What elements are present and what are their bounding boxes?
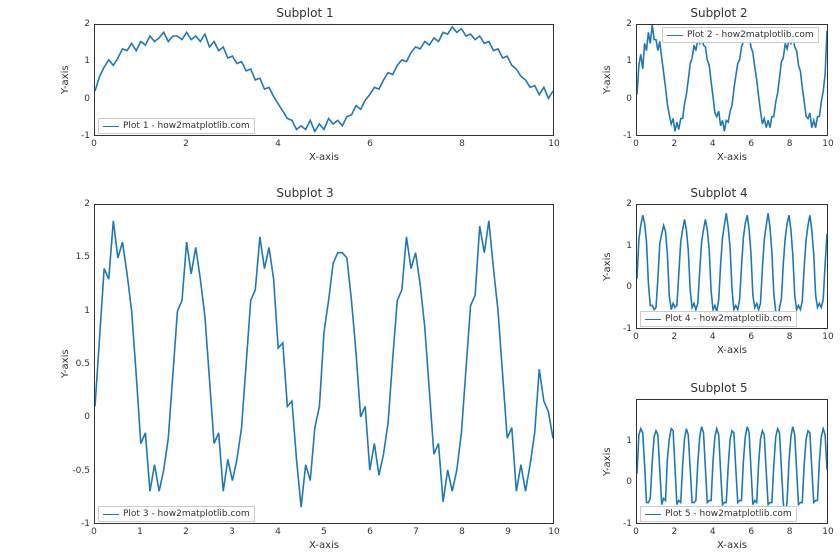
- ytick: -1: [623, 324, 632, 334]
- ytick: 0.5: [76, 359, 90, 369]
- ytick: 1.5: [76, 252, 90, 262]
- xtick: 7: [413, 527, 419, 537]
- ytick: 2: [626, 19, 632, 29]
- xtick: 6: [367, 527, 373, 537]
- subplot-4: Subplot 40246810-1012X-axisY-axisPlot 4 …: [604, 186, 834, 361]
- xtick: 10: [548, 139, 559, 149]
- legend: Plot 2 - how2matplotlib.com: [662, 27, 819, 43]
- ytick: 2: [84, 199, 90, 209]
- xtick: 0: [633, 332, 639, 342]
- subplot-5: Subplot 50246810-101X-axisY-axisPlot 5 -…: [604, 381, 834, 556]
- ytick: 0: [84, 412, 90, 422]
- subplot-title: Subplot 2: [604, 6, 834, 20]
- ytick: 2: [626, 199, 632, 209]
- subplot-title: Subplot 5: [604, 381, 834, 395]
- ytick: -1: [81, 519, 90, 529]
- legend: Plot 3 - how2matplotlib.com: [98, 506, 255, 522]
- y-axis-label: Y-axis: [602, 204, 613, 329]
- xtick: 4: [275, 139, 281, 149]
- x-axis-label: X-axis: [94, 540, 554, 551]
- y-axis-label: Y-axis: [60, 204, 71, 524]
- x-axis-label: X-axis: [94, 152, 554, 163]
- xtick: 3: [229, 527, 235, 537]
- xtick: 10: [548, 527, 559, 537]
- xtick: 4: [710, 527, 716, 537]
- ytick: 0: [626, 477, 632, 487]
- xtick: 2: [672, 332, 678, 342]
- xtick: 2: [183, 139, 189, 149]
- ytick: 0: [84, 94, 90, 104]
- plot-axes: [94, 204, 554, 524]
- xtick: 8: [787, 527, 793, 537]
- ytick: 2: [84, 19, 90, 29]
- legend: Plot 1 - how2matplotlib.com: [98, 118, 255, 134]
- xtick: 4: [275, 527, 281, 537]
- line-series: [95, 205, 553, 523]
- x-axis-label: X-axis: [636, 152, 828, 163]
- xtick: 2: [672, 527, 678, 537]
- xtick: 6: [748, 139, 754, 149]
- xtick: 10: [822, 139, 833, 149]
- xtick: 0: [633, 527, 639, 537]
- x-axis-label: X-axis: [636, 540, 828, 551]
- legend-line-icon: [645, 319, 661, 320]
- xtick: 8: [459, 527, 465, 537]
- y-axis-label: Y-axis: [602, 24, 613, 136]
- x-axis-label: X-axis: [636, 345, 828, 356]
- line-series: [637, 400, 827, 523]
- xtick: 6: [748, 527, 754, 537]
- xtick: 4: [710, 332, 716, 342]
- ytick: -1: [623, 131, 632, 141]
- xtick: 4: [710, 139, 716, 149]
- xtick: 9: [505, 527, 511, 537]
- xtick: 8: [787, 332, 793, 342]
- xtick: 8: [787, 139, 793, 149]
- ytick: -1: [623, 519, 632, 529]
- ytick: 1: [626, 56, 632, 66]
- subplot-title: Subplot 1: [50, 6, 560, 20]
- legend-label: Plot 5 - how2matplotlib.com: [665, 509, 792, 519]
- xtick: 1: [137, 527, 143, 537]
- xtick: 0: [91, 139, 97, 149]
- ytick: 1: [84, 56, 90, 66]
- subplot-title: Subplot 4: [604, 186, 834, 200]
- legend-label: Plot 4 - how2matplotlib.com: [665, 314, 792, 324]
- xtick: 10: [822, 332, 833, 342]
- ytick: -1: [81, 131, 90, 141]
- xtick: 0: [91, 527, 97, 537]
- subplot-1: Subplot 10246810-1012X-axisY-axisPlot 1 …: [50, 6, 560, 166]
- ytick: 1: [626, 436, 632, 446]
- subplot-3: Subplot 3 0 1 2 3 4 5 6 7 8 9 10 -1 -0.5 0 0.5 1 1.5 2 X-ax…: [50, 186, 560, 556]
- line-series: [637, 205, 827, 328]
- subplot-title: Subplot 3: [50, 186, 560, 200]
- ytick: 1: [626, 241, 632, 251]
- xtick: 5: [321, 527, 327, 537]
- legend-line-icon: [667, 35, 683, 36]
- legend-label: Plot 2 - how2matplotlib.com: [687, 30, 814, 40]
- legend-line-icon: [645, 514, 661, 515]
- legend-line-icon: [103, 126, 119, 127]
- xtick: 6: [367, 139, 373, 149]
- ytick: 0: [626, 94, 632, 104]
- xtick: 2: [183, 527, 189, 537]
- xtick: 6: [748, 332, 754, 342]
- ytick: -0.5: [72, 466, 90, 476]
- legend: Plot 5 - how2matplotlib.com: [640, 506, 797, 522]
- xtick: 10: [822, 527, 833, 537]
- ytick: 1: [84, 306, 90, 316]
- ytick: 0: [626, 282, 632, 292]
- y-axis-label: Y-axis: [60, 24, 71, 136]
- legend-label: Plot 1 - how2matplotlib.com: [123, 121, 250, 131]
- legend-label: Plot 3 - how2matplotlib.com: [123, 509, 250, 519]
- xtick: 2: [672, 139, 678, 149]
- xtick: 0: [633, 139, 639, 149]
- legend-line-icon: [103, 514, 119, 515]
- legend: Plot 4 - how2matplotlib.com: [640, 311, 797, 327]
- subplot-2: Subplot 20246810-1012X-axisY-axisPlot 2 …: [604, 6, 834, 166]
- y-axis-label: Y-axis: [602, 399, 613, 524]
- xtick: 8: [459, 139, 465, 149]
